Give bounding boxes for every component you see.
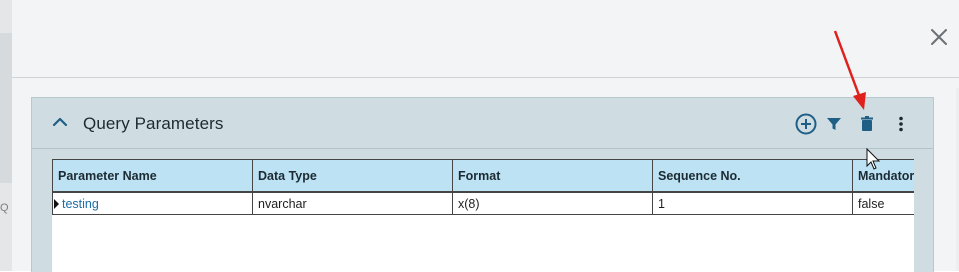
modal-dialog: Query Parameters Parameter Name Data Typ…	[12, 0, 959, 272]
cell-mandatory[interactable]: false	[852, 191, 914, 215]
close-icon[interactable]	[928, 26, 950, 48]
parameter-name-link[interactable]: testing	[62, 197, 99, 211]
cell-data-type[interactable]: nvarchar	[252, 191, 453, 215]
table-row[interactable]: testing nvarchar x(8) 1 false	[52, 191, 914, 215]
column-header-format[interactable]: Format	[452, 159, 653, 193]
column-header-data-type[interactable]: Data Type	[252, 159, 453, 193]
background-letter: Q	[0, 202, 9, 214]
parameters-grid: Parameter Name Data Type Format Sequence…	[52, 159, 914, 272]
row-indicator-icon	[54, 199, 59, 209]
delete-button[interactable]	[855, 112, 879, 136]
more-options-button[interactable]	[889, 112, 913, 136]
plus-circle-icon	[795, 113, 817, 135]
vertical-ellipsis-icon	[899, 116, 903, 132]
cell-parameter-name[interactable]: testing	[52, 191, 253, 215]
collapse-chevron-icon[interactable]	[52, 115, 68, 129]
cell-sequence-no[interactable]: 1	[652, 191, 853, 215]
trash-icon	[861, 116, 873, 131]
grid-header-row: Parameter Name Data Type Format Sequence…	[52, 159, 914, 193]
background-app-strip: Q	[0, 0, 12, 271]
background-band	[0, 33, 12, 183]
panel-title: Query Parameters	[83, 114, 224, 133]
panel-header: Query Parameters	[32, 98, 933, 149]
column-header-sequence-no[interactable]: Sequence No.	[652, 159, 853, 193]
column-header-parameter-name[interactable]: Parameter Name	[52, 159, 253, 193]
modal-header	[12, 0, 959, 78]
filter-icon	[827, 118, 841, 130]
query-parameters-panel: Query Parameters Parameter Name Data Typ…	[31, 97, 934, 272]
column-header-mandatory[interactable]: Mandatory	[852, 159, 914, 193]
filter-button[interactable]	[822, 112, 846, 136]
add-parameter-button[interactable]	[794, 112, 818, 136]
cell-format[interactable]: x(8)	[452, 191, 653, 215]
